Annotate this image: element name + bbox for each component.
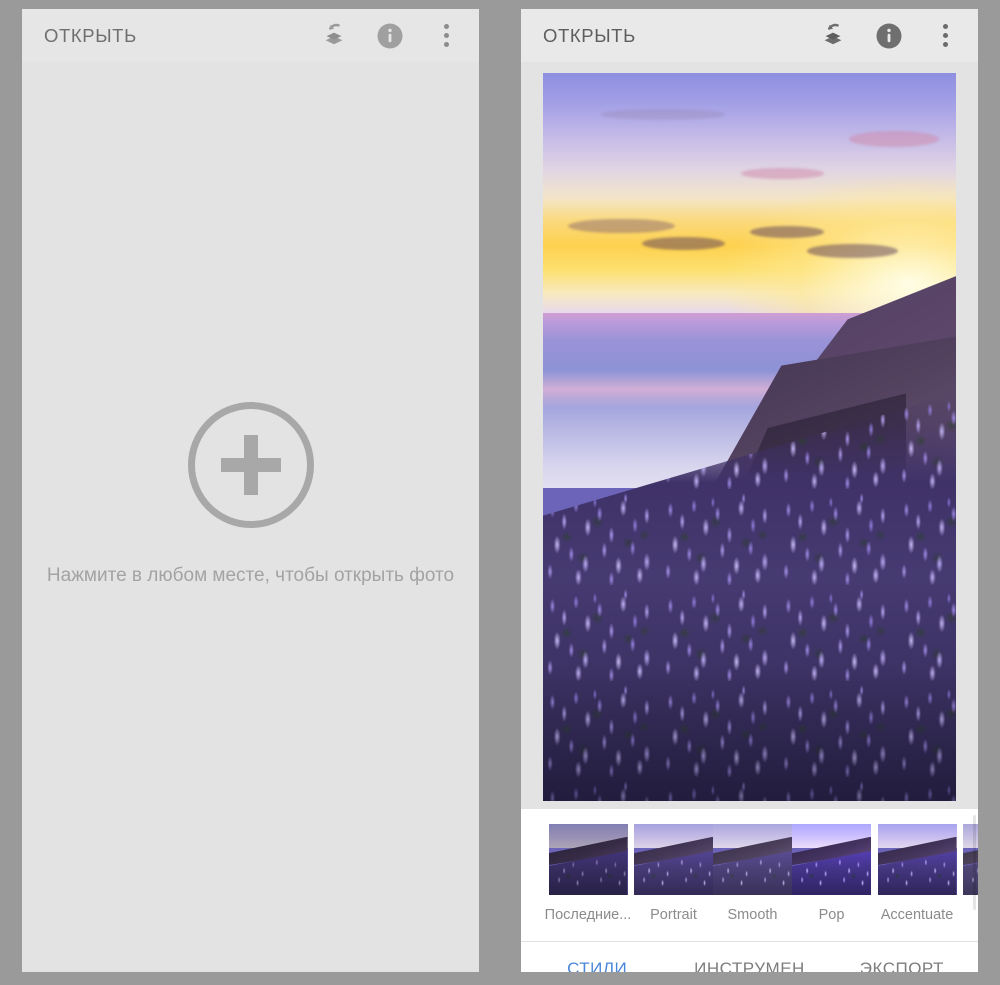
bottom-tab-bar: СТИЛИ ИНСТРУМЕН ЭКСПОРТ: [521, 941, 978, 972]
photo-field-shadow: [543, 669, 956, 801]
left-app-bar-title: ОТКРЫТЬ: [44, 24, 137, 46]
tab-tools[interactable]: ИНСТРУМЕН: [673, 959, 825, 973]
filter-preview-image: [792, 824, 871, 895]
right-app-bar-actions: [818, 21, 960, 51]
filter-strip[interactable]: Последние... Portrait Smooth Pop Accentu…: [521, 809, 978, 941]
photo-image[interactable]: [543, 73, 956, 801]
filter-label: Последние...: [544, 907, 632, 923]
revert-layers-icon[interactable]: [319, 21, 349, 51]
photo-cloud: [567, 218, 676, 234]
filter-thumbnail[interactable]: [713, 824, 792, 895]
filter-item[interactable]: Portrait: [634, 824, 713, 923]
filter-thumbnail[interactable]: [877, 824, 957, 895]
filter-label: Accentuate: [880, 907, 954, 923]
filter-label: Smooth: [727, 907, 778, 923]
photo-canvas[interactable]: [521, 62, 978, 809]
filter-item[interactable]: Последние...: [542, 824, 634, 923]
photo-cloud: [741, 167, 824, 180]
overflow-dots: [443, 24, 449, 47]
open-photo-hint: Нажмите в любом месте, чтобы открыть фот…: [46, 565, 455, 586]
filter-preview-image: [548, 824, 628, 895]
filter-preview-image: [634, 824, 713, 895]
info-icon[interactable]: [375, 21, 405, 51]
left-phone-panel: ОТКРЫТЬ Нажмите в любом месте, чтобы отк…: [22, 9, 479, 972]
left-app-bar: ОТКРЫТЬ: [22, 9, 479, 62]
right-phone-panel: ОТКРЫТЬ Последние... Portrait Smooth Pop…: [521, 9, 978, 972]
overflow-menu-icon[interactable]: [930, 21, 960, 51]
screenshot-stage: ОТКРЫТЬ Нажмите в любом месте, чтобы отк…: [0, 0, 1000, 985]
open-photo-dropzone[interactable]: Нажмите в любом месте, чтобы открыть фот…: [22, 62, 479, 972]
filter-label: Pop: [818, 907, 845, 923]
filter-item[interactable]: Accentuate: [871, 824, 963, 923]
filter-thumbnail[interactable]: [548, 824, 628, 895]
photo-cloud: [600, 109, 725, 120]
overflow-dots: [942, 24, 948, 47]
overflow-menu-icon[interactable]: [431, 21, 461, 51]
filter-preview-image: [713, 824, 792, 895]
right-app-bar: ОТКРЫТЬ: [521, 9, 978, 62]
photo-cloud: [807, 244, 899, 258]
right-app-bar-title: ОТКРЫТЬ: [543, 24, 636, 46]
filter-thumbnail[interactable]: [634, 824, 713, 895]
filter-label: Portrait: [650, 907, 697, 923]
info-icon[interactable]: [874, 21, 904, 51]
add-photo-icon[interactable]: [187, 402, 314, 528]
left-app-bar-actions: [319, 21, 461, 51]
tab-styles[interactable]: СТИЛИ: [521, 959, 673, 973]
filter-strip-scrollbar[interactable]: [973, 815, 976, 910]
photo-cloud: [642, 236, 725, 250]
filter-preview-image: [877, 824, 957, 895]
filter-item[interactable]: Smooth: [713, 824, 792, 923]
tab-export[interactable]: ЭКСПОРТ: [826, 959, 978, 973]
revert-layers-icon[interactable]: [818, 21, 848, 51]
filter-item[interactable]: Pop: [792, 824, 871, 923]
filter-thumbnail[interactable]: [792, 824, 871, 895]
